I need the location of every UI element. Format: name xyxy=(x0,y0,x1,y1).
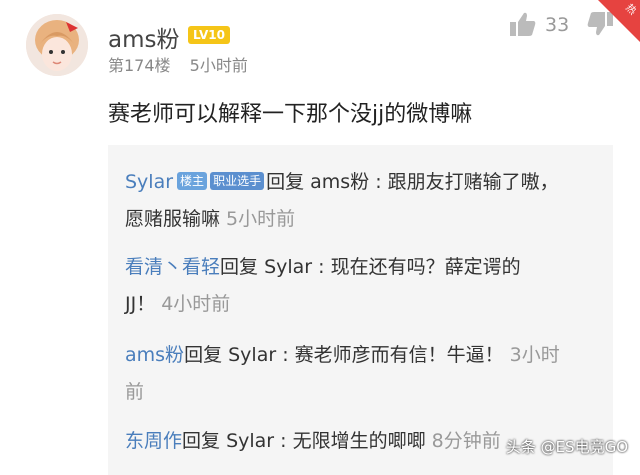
thumbs-up-icon[interactable] xyxy=(509,10,537,38)
level-badge: LV10 xyxy=(188,26,230,44)
owner-tag: 楼主 xyxy=(177,172,208,190)
reply-word: 回复 xyxy=(220,256,259,278)
reply-text: : 跟朋友打赌输了嗷， xyxy=(369,171,559,193)
reply-item[interactable]: Sylar 楼主 职业选手 回复 ams粉 : 跟朋友打赌输了嗷， 愿赌服输嘛 5小时前 xyxy=(125,164,595,238)
avatar-image xyxy=(26,14,88,76)
post-meta: 第174楼 5小时前 xyxy=(108,52,248,76)
reply-time: 8分钟前 xyxy=(431,430,501,452)
reply-author[interactable]: 看清丶看轻 xyxy=(125,256,220,278)
reply-target[interactable]: Sylar xyxy=(264,256,312,278)
reply-time: 3小时 xyxy=(509,344,560,366)
watermark: 头条 @ES电竞GO xyxy=(505,438,628,456)
reply-author[interactable]: ams粉 xyxy=(125,344,184,366)
reply-word: 回复 xyxy=(184,344,223,366)
like-count: 33 xyxy=(545,14,570,36)
reply-word: 回复 xyxy=(182,430,221,452)
reply-time-cont: 前 xyxy=(125,381,145,403)
reply-target[interactable]: Sylar xyxy=(228,344,276,366)
reply-text-cont: 愿赌服输嘛 xyxy=(125,208,221,230)
reply-text: : 无限增生的唧唧 xyxy=(274,430,426,452)
post-time: 5小时前 xyxy=(189,56,248,75)
reply-author[interactable]: Sylar xyxy=(125,171,173,193)
reply-target[interactable]: Sylar xyxy=(226,430,274,452)
reply-time: 5小时前 xyxy=(226,208,296,230)
reply-text-cont: JJ！ xyxy=(125,293,156,315)
pro-player-tag: 职业选手 xyxy=(210,172,265,190)
floor-number: 第174楼 xyxy=(108,56,171,75)
username[interactable]: ams粉 xyxy=(108,20,179,54)
reply-word: 回复 xyxy=(266,171,305,193)
reply-list: Sylar 楼主 职业选手 回复 ams粉 : 跟朋友打赌输了嗷， 愿赌服输嘛 5小时前… xyxy=(108,145,613,475)
avatar[interactable] xyxy=(26,14,88,76)
reply-text: : 现在还有吗？薛定谔的 xyxy=(312,256,521,278)
comment-content: 赛老师可以解释一下那个没jj的微博嘛 xyxy=(108,102,473,127)
reply-item[interactable]: ams粉回复 Sylar : 赛老师彦而有信！牛逼！ 3小时 前 xyxy=(125,337,595,411)
reply-text: : 赛老师彦而有信！牛逼！ xyxy=(276,344,504,366)
reply-target[interactable]: ams粉 xyxy=(310,171,369,193)
reply-time: 4小时前 xyxy=(161,293,231,315)
reply-author[interactable]: 东周作 xyxy=(125,430,182,452)
reply-item[interactable]: 看清丶看轻回复 Sylar : 现在还有吗？薛定谔的 JJ！ 4小时前 xyxy=(125,249,595,323)
